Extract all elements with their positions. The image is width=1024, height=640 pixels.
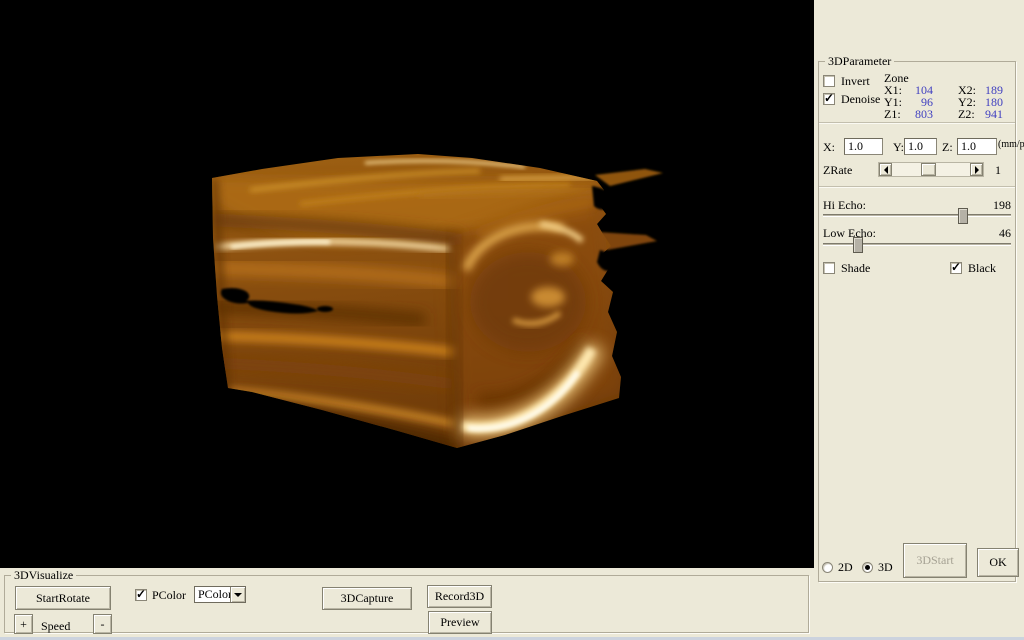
mode-3d-label: 3D: [878, 561, 893, 574]
low-echo-label: Low Echo:: [823, 227, 876, 240]
visualize-panel: 3DVisualize StartRotate + Speed - ✓ PCol…: [0, 568, 814, 640]
record3d-button[interactable]: Record3D: [427, 585, 492, 608]
black-label: Black: [968, 262, 996, 275]
denoise-label: Denoise: [841, 93, 880, 106]
shade-label: Shade: [841, 262, 870, 275]
visualize-groupbox-title: 3DVisualize: [11, 568, 76, 582]
x-scale-input[interactable]: [844, 138, 883, 155]
pcolor-checkbox-label: PColor: [152, 589, 186, 602]
invert-label: Invert: [841, 75, 870, 88]
parameter-panel: 3DParameter ✓ Invert ✓ Denoise Zone X1: …: [814, 0, 1024, 640]
separator: [819, 122, 1015, 124]
zrate-value: 1: [995, 164, 1001, 177]
z-scale-input[interactable]: [957, 138, 997, 155]
shade-checkbox[interactable]: ✓: [823, 262, 835, 274]
ok-button[interactable]: OK: [977, 548, 1019, 577]
dropdown-arrow-icon[interactable]: [230, 587, 245, 602]
hi-echo-label: Hi Echo:: [823, 199, 866, 212]
ultrasound-volume-render: [0, 0, 814, 568]
application-window: 3DParameter ✓ Invert ✓ Denoise Zone X1: …: [0, 0, 1024, 640]
y-scale-input[interactable]: [904, 138, 937, 155]
render-viewport[interactable]: [0, 0, 814, 568]
hi-echo-slider-thumb[interactable]: [958, 208, 968, 224]
pcolor-checkbox[interactable]: ✓: [135, 589, 147, 601]
checkmark-icon: ✓: [824, 91, 834, 106]
mode-2d-radio[interactable]: [822, 562, 833, 573]
low-echo-slider[interactable]: [823, 243, 1011, 246]
speed-label: Speed: [41, 620, 70, 633]
x-scale-label: X:: [823, 141, 835, 154]
zrate-scrollbar[interactable]: [878, 162, 984, 177]
low-echo-slider-thumb[interactable]: [853, 237, 863, 253]
scroll-right-icon[interactable]: [970, 163, 983, 176]
black-checkbox[interactable]: ✓: [950, 262, 962, 274]
y-scale-label: Y:: [893, 141, 904, 154]
parameter-groupbox-title: 3DParameter: [825, 54, 894, 68]
radio-dot-icon: [865, 565, 870, 570]
hi-echo-value: 198: [993, 199, 1011, 212]
scroll-left-icon[interactable]: [879, 163, 892, 176]
scale-unit-label: (mm/p): [998, 138, 1024, 151]
preview-button[interactable]: Preview: [428, 611, 492, 634]
mode-3d-radio[interactable]: [862, 562, 873, 573]
checkmark-icon: ✓: [951, 260, 961, 275]
speed-minus-button[interactable]: -: [93, 614, 112, 634]
visualize-groupbox: 3DVisualize StartRotate + Speed - ✓ PCol…: [4, 575, 809, 633]
pcolor-dropdown-value: PColor: [198, 588, 232, 601]
zrate-label: ZRate: [823, 164, 852, 177]
3dstart-button[interactable]: 3DStart: [903, 543, 967, 578]
zrate-scrollbar-thumb[interactable]: [921, 163, 936, 176]
z-scale-label: Z:: [942, 141, 953, 154]
parameter-groupbox: 3DParameter ✓ Invert ✓ Denoise Zone X1: …: [818, 61, 1016, 582]
hi-echo-slider[interactable]: [823, 214, 1011, 217]
invert-checkbox[interactable]: ✓: [823, 75, 835, 87]
start-rotate-button[interactable]: StartRotate: [15, 586, 111, 610]
zone-z2-value: 941: [959, 108, 1003, 121]
pcolor-dropdown[interactable]: PColor: [194, 586, 246, 603]
low-echo-value: 46: [999, 227, 1011, 240]
3dcapture-button[interactable]: 3DCapture: [322, 587, 412, 610]
checkmark-icon: ✓: [136, 587, 146, 602]
zone-z1-value: 803: [889, 108, 933, 121]
separator: [819, 186, 1015, 188]
speed-plus-button[interactable]: +: [14, 614, 33, 634]
mode-2d-label: 2D: [838, 561, 853, 574]
denoise-checkbox[interactable]: ✓: [823, 93, 835, 105]
